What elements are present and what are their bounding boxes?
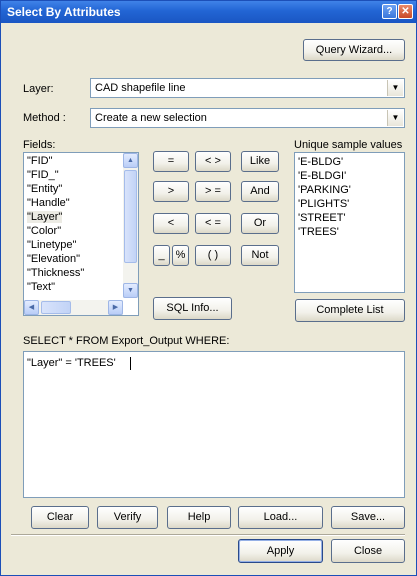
fields-label: Fields: [23,139,56,151]
dialog-title: Select By Attributes [7,5,121,19]
layer-select[interactable]: CAD shapefile line ▼ [90,78,405,98]
list-item[interactable]: 'E-BLDGI' [298,170,346,182]
method-select[interactable]: Create a new selection ▼ [90,108,405,128]
apply-button[interactable]: Apply [238,539,323,563]
query-textarea[interactable]: "Layer" = 'TREES' [23,351,405,498]
or-button[interactable]: Or [241,213,279,234]
sql-info-button[interactable]: SQL Info... [153,297,232,320]
like-button[interactable]: Like [241,151,279,172]
list-item[interactable]: 'PARKING' [298,184,351,196]
greater-than-button[interactable]: > [153,181,189,202]
list-item[interactable]: "Entity" [27,183,62,195]
scroll-thumb[interactable] [124,170,137,263]
select-by-attributes-dialog: Select By Attributes ? ✕ Query Wizard...… [0,0,417,576]
scroll-up-icon[interactable]: ▲ [123,153,138,168]
unique-values-list[interactable]: 'E-BLDG' 'E-BLDGI' 'PARKING' 'PLIGHTS' '… [294,152,405,293]
list-item[interactable]: "Elevation" [27,253,80,265]
query-wizard-button[interactable]: Query Wizard... [303,39,405,61]
less-equal-button[interactable]: < = [195,213,231,234]
underscore-wildcard-button[interactable]: _ [153,245,170,266]
layer-label: Layer: [23,83,54,95]
help-button[interactable]: Help [167,506,231,529]
less-than-button[interactable]: < [153,213,189,234]
greater-equal-button[interactable]: > = [195,181,231,202]
save-button[interactable]: Save... [331,506,405,529]
chevron-down-icon[interactable]: ▼ [387,110,403,126]
scroll-down-icon[interactable]: ▼ [123,283,138,298]
method-label: Method : [23,112,66,124]
scroll-thumb-horizontal[interactable] [41,301,71,314]
list-item[interactable]: "FID_" [27,169,59,181]
fields-list[interactable]: "FID" "FID_" "Entity" "Handle" "Layer" "… [23,152,139,316]
load-button[interactable]: Load... [238,506,323,529]
and-button[interactable]: And [241,181,279,202]
text-cursor [130,357,131,370]
list-item[interactable]: 'TREES' [298,226,339,238]
complete-list-button[interactable]: Complete List [295,299,405,322]
scroll-right-icon[interactable]: ▶ [108,300,123,315]
close-icon[interactable]: ✕ [398,4,413,19]
horizontal-scrollbar[interactable]: ◀ ▶ [24,300,123,315]
layer-value: CAD shapefile line [95,82,186,94]
list-item[interactable]: 'STREET' [298,212,346,224]
list-item[interactable]: 'E-BLDG' [298,156,343,168]
not-equal-button[interactable]: < > [195,151,231,172]
divider [11,534,405,536]
equals-button[interactable]: = [153,151,189,172]
list-item-selected[interactable]: "Layer" [27,211,63,223]
parentheses-button[interactable]: ( ) [195,245,231,266]
chevron-down-icon[interactable]: ▼ [387,80,403,96]
scroll-left-icon[interactable]: ◀ [24,300,39,315]
unique-values-label: Unique sample values [294,139,403,151]
help-icon[interactable]: ? [382,4,397,19]
list-item[interactable]: "Thickness" [27,267,84,279]
vertical-scrollbar[interactable]: ▲ ▼ [123,153,138,298]
list-item[interactable]: "Linetype" [27,239,76,251]
not-button[interactable]: Not [241,245,279,266]
verify-button[interactable]: Verify [97,506,158,529]
list-item[interactable]: 'PLIGHTS' [298,198,349,210]
clear-button[interactable]: Clear [31,506,89,529]
title-bar[interactable]: Select By Attributes ? ✕ [1,1,416,23]
list-item[interactable]: "Handle" [27,197,70,209]
query-text: "Layer" = 'TREES' [27,357,116,369]
close-button[interactable]: Close [331,539,405,563]
list-item[interactable]: "FID" [27,155,53,167]
query-header: SELECT * FROM Export_Output WHERE: [23,335,230,347]
method-value: Create a new selection [95,112,207,124]
percent-wildcard-button[interactable]: % [172,245,189,266]
list-item[interactable]: "Color" [27,225,61,237]
list-item[interactable]: "Text" [27,281,55,293]
